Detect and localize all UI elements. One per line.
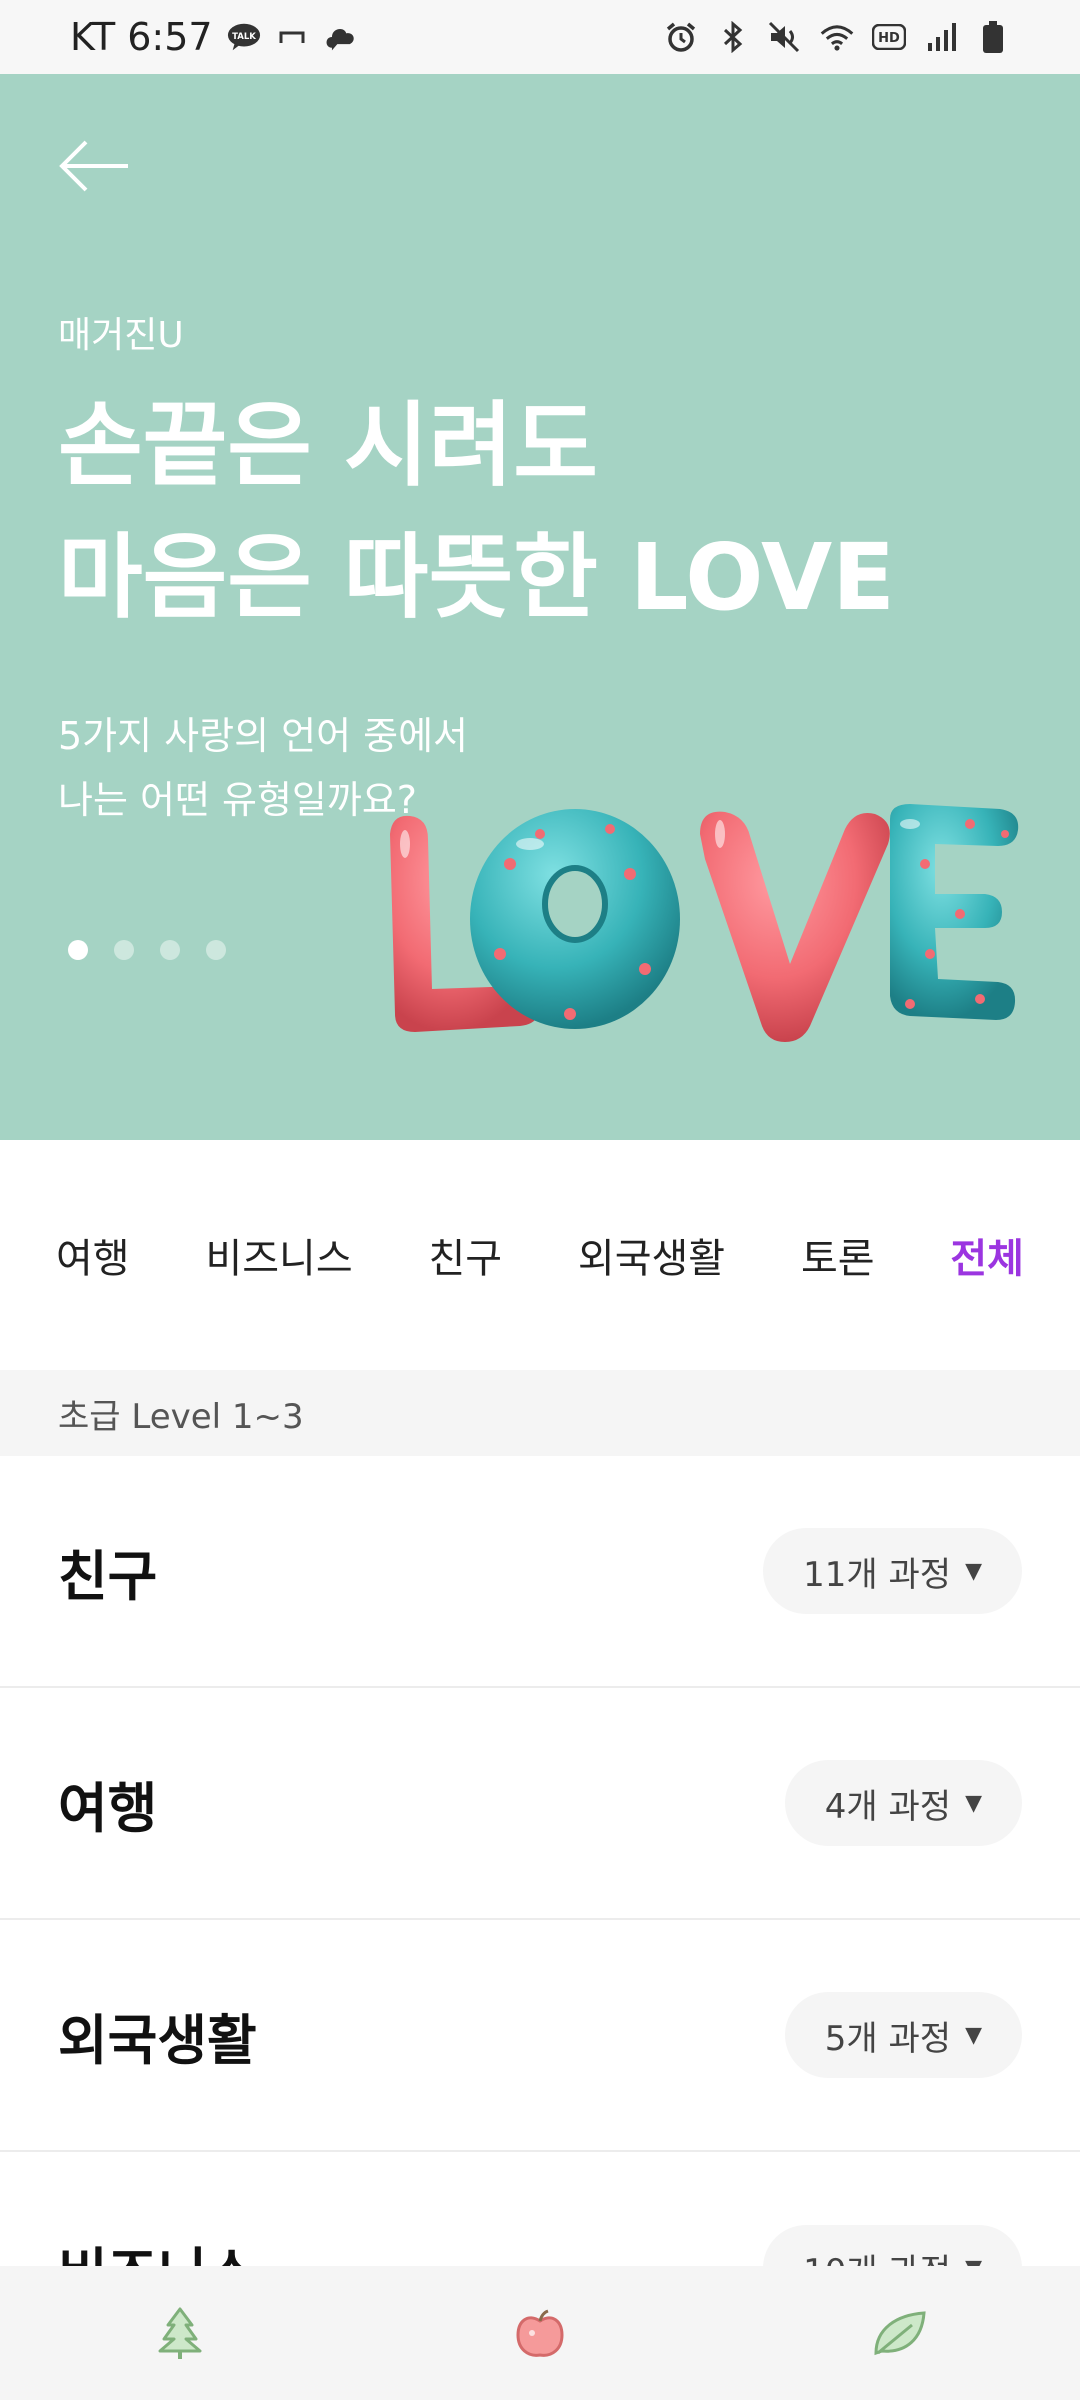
category-row-living-abroad[interactable]: 외국생활 5개 과정 ▼ <box>0 1920 1080 2152</box>
apple-icon <box>516 2309 564 2357</box>
tab-business[interactable]: 비즈니스 <box>205 1226 352 1284</box>
bluetooth-icon <box>716 20 750 54</box>
carousel-dot[interactable] <box>114 940 134 960</box>
nav-item-leaf[interactable] <box>840 2273 960 2393</box>
caret-down-icon: ▼ <box>965 1558 982 1584</box>
nav-item-apple[interactable] <box>480 2273 600 2393</box>
svg-text:TALK: TALK <box>232 32 256 42</box>
status-bar: KT 6:57 TALK HD <box>0 0 1080 74</box>
course-count: 4개 과정 <box>824 1786 952 1827</box>
tab-all[interactable]: 전체 <box>950 1226 1024 1284</box>
hero-label: 매거진U <box>58 315 184 356</box>
carousel-indicator <box>68 940 226 960</box>
course-count-dropdown[interactable]: 5개 과정 ▼ <box>784 1992 1022 2078</box>
back-button[interactable] <box>54 126 134 206</box>
alarm-icon <box>664 20 698 54</box>
course-count-dropdown[interactable]: 4개 과정 ▼ <box>784 1760 1022 1846</box>
hd-icon: HD <box>872 20 906 54</box>
category-title: 외국생활 <box>58 2008 257 2072</box>
carousel-dot[interactable] <box>160 940 180 960</box>
category-row-travel[interactable]: 여행 4개 과정 ▼ <box>0 1688 1080 1920</box>
leaf-icon <box>874 2311 926 2356</box>
tab-travel[interactable]: 여행 <box>56 1226 130 1284</box>
caret-down-icon: ▼ <box>965 2022 982 2048</box>
nav-item-tree[interactable] <box>120 2273 240 2393</box>
wifi-icon <box>820 20 854 54</box>
back-arrow-icon <box>59 140 128 192</box>
caret-down-icon: ▼ <box>965 1790 982 1816</box>
hero-title: 손끝은 시려도 마음은 따뜻한 LOVE <box>58 380 895 644</box>
mute-icon <box>768 20 802 54</box>
love-balloon-illustration <box>390 804 1019 1042</box>
tab-debate[interactable]: 토론 <box>801 1226 875 1284</box>
bottom-nav <box>0 2266 1080 2400</box>
hero-title-line2: 마음은 따뜻한 LOVE <box>58 524 896 631</box>
signal-icon <box>924 20 958 54</box>
level-header: 초급 Level 1~3 <box>0 1370 1080 1456</box>
status-right: HD <box>664 20 1010 54</box>
category-row-friends[interactable]: 친구 11개 과정 ▼ <box>0 1456 1080 1688</box>
course-count-dropdown[interactable]: 11개 과정 ▼ <box>763 1528 1022 1614</box>
category-title: 여행 <box>58 1776 158 1840</box>
card-icon <box>275 20 309 54</box>
course-count: 5개 과정 <box>824 2018 952 2059</box>
carousel-dot[interactable] <box>206 940 226 960</box>
category-title: 친구 <box>58 1544 158 1608</box>
cloud-icon <box>323 20 357 54</box>
battery-icon <box>976 20 1010 54</box>
magazine-hero-banner[interactable]: 매거진U 손끝은 시려도 마음은 따뜻한 LOVE 5가지 사랑의 언어 중에서… <box>0 74 1080 1140</box>
svg-text:HD: HD <box>878 31 900 46</box>
course-count: 11개 과정 <box>803 1554 952 1595</box>
carrier-time: KT 6:57 <box>70 15 213 59</box>
hero-title-line1: 손끝은 시려도 <box>58 392 598 499</box>
carousel-dot[interactable] <box>68 940 88 960</box>
tab-living-abroad[interactable]: 외국생활 <box>578 1226 725 1284</box>
kakaotalk-icon: TALK <box>227 20 261 54</box>
tab-friends[interactable]: 친구 <box>428 1226 502 1284</box>
category-tabs: 여행 비즈니스 친구 외국생활 토론 전체 <box>0 1150 1080 1360</box>
tree-icon <box>158 2307 202 2359</box>
status-left: KT 6:57 TALK <box>70 15 357 59</box>
